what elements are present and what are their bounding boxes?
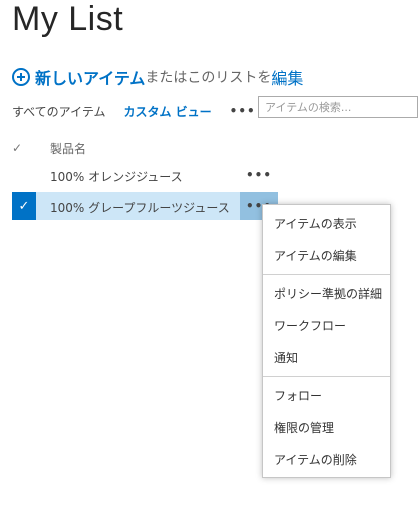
menu-item-workflow[interactable]: ワークフロー [263, 312, 390, 340]
view-selector: すべてのアイテム カスタム ビュー ••• [12, 101, 256, 121]
list-item-title[interactable]: 100% グレープフルーツジュース [50, 199, 230, 216]
menu-item-compliance-details[interactable]: ポリシー準拠の詳細 [263, 280, 390, 308]
list-item-selected[interactable]: ✓ 100% グレープフルーツジュース ••• [12, 192, 278, 220]
menu-item-view[interactable]: アイテムの表示 [263, 210, 390, 238]
list-item-title[interactable]: 100% オレンジジュース [50, 168, 183, 185]
menu-divider [263, 376, 390, 377]
item-context-menu: アイテムの表示 アイテムの編集 ポリシー準拠の詳細 ワークフロー 通知 フォロー… [262, 204, 391, 478]
menu-item-delete[interactable]: アイテムの削除 [263, 446, 390, 474]
page-title: My List [12, 0, 124, 38]
row-selected-check-icon[interactable]: ✓ [12, 192, 36, 220]
view-all-items[interactable]: すべてのアイテム [12, 103, 105, 120]
add-circle-icon[interactable] [12, 68, 30, 86]
search-input[interactable] [258, 96, 418, 118]
new-item-link[interactable]: 新しいアイテム [35, 65, 145, 89]
edit-list-link[interactable]: 編集 [271, 65, 303, 89]
new-item-bar: 新しいアイテム またはこのリストを 編集 [12, 65, 303, 89]
item-menu-button[interactable]: ••• [240, 161, 278, 189]
menu-divider [263, 274, 390, 275]
menu-item-follow[interactable]: フォロー [263, 382, 390, 410]
or-edit-text: またはこのリストを [145, 70, 272, 86]
row-select-checkbox[interactable] [12, 161, 36, 189]
list-item[interactable]: 100% オレンジジュース ••• [12, 161, 278, 189]
select-all-check-icon[interactable]: ✓ [12, 141, 24, 155]
views-more-button[interactable]: ••• [230, 104, 256, 118]
menu-item-edit[interactable]: アイテムの編集 [263, 242, 390, 270]
view-custom[interactable]: カスタム ビュー [123, 103, 211, 120]
menu-item-manage-permissions[interactable]: 権限の管理 [263, 414, 390, 442]
column-header-product-name[interactable]: 製品名 [50, 140, 86, 157]
list-header: ✓ 製品名 [12, 138, 86, 158]
menu-item-alert[interactable]: 通知 [263, 344, 390, 372]
